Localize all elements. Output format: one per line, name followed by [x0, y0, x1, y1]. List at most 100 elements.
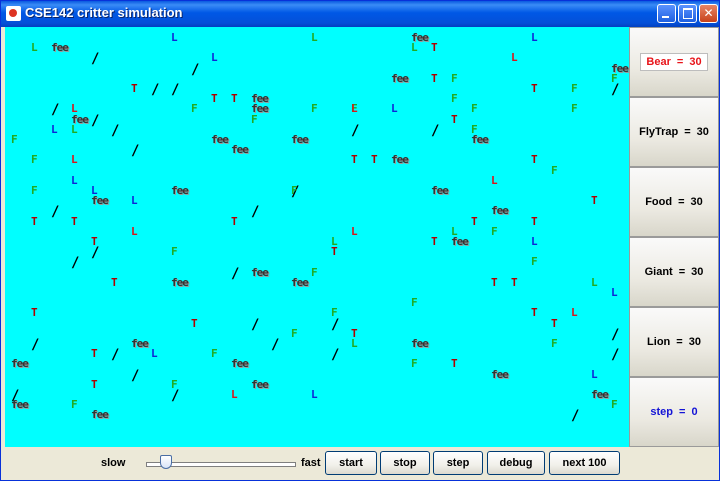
stop-button[interactable]: stop	[380, 451, 430, 475]
critter-flytrap: T	[131, 82, 138, 95]
critter-giant: fee	[51, 41, 69, 55]
critter-lion: L	[311, 388, 318, 401]
critter-food: F	[551, 337, 558, 350]
flytrap-count-equals: =	[684, 126, 691, 138]
critter-lion: L	[611, 286, 618, 299]
critter-food: F	[411, 357, 418, 371]
critter-flytrap: T	[31, 214, 38, 228]
critter-food: F	[311, 265, 318, 279]
bear-count-name: Bear	[646, 56, 671, 68]
food-count-name: Food	[645, 196, 673, 208]
next-100-button[interactable]: next 100	[549, 451, 620, 475]
critter-bear: /	[191, 61, 200, 78]
critter-food: F	[71, 398, 78, 412]
critter-bear: /	[251, 316, 260, 333]
bear-count-value: 30	[689, 56, 702, 68]
critter-flytrap: T	[91, 377, 98, 391]
critter-food: F	[211, 347, 218, 361]
debug-button[interactable]: debug	[487, 451, 545, 475]
critter-flytrap: T	[431, 235, 438, 248]
critter-food: F	[31, 153, 38, 167]
critter-giant: fee	[91, 408, 109, 422]
minimize-button[interactable]	[657, 4, 676, 23]
step-count-equals: =	[679, 406, 686, 418]
critter-food: F	[191, 102, 198, 116]
critter-flytrap: T	[371, 153, 378, 167]
flytrap-count: FlyTrap = 30	[629, 97, 719, 167]
critter-giant: fee	[291, 275, 309, 289]
critter-giant: fee	[291, 133, 309, 146]
critter-giant: fee	[451, 235, 469, 248]
critter-bear: /	[251, 204, 260, 221]
critter-lion: L	[171, 31, 178, 44]
critter-flytrap: T	[591, 194, 598, 208]
critter-food: F	[31, 184, 38, 197]
critter-food: F	[251, 112, 258, 126]
critter-flytrap: T	[191, 316, 198, 330]
java-app-icon	[6, 6, 21, 21]
critter-food: F	[471, 102, 478, 116]
critter-bear: /	[171, 82, 180, 98]
critter-food: F	[531, 255, 538, 269]
simulation-arena[interactable]: Lfee L Lfee L / L L T Lfee / fee T F F T / / T F / F T Tfee L Ff…	[5, 27, 629, 447]
critter-flytrap: T	[71, 214, 78, 228]
critter-giant: fee	[171, 275, 189, 289]
critter-bear: /	[111, 347, 120, 364]
critter-lion: L	[571, 306, 578, 320]
critter-lion: L	[351, 224, 358, 238]
critter-lion: L	[71, 122, 78, 136]
step-count-value: 0	[691, 406, 698, 418]
critter-food: F	[451, 92, 458, 106]
control-bar: slow fast start stop step debug next 100	[5, 447, 717, 480]
critter-food: F	[491, 224, 498, 238]
critter-flytrap: T	[511, 275, 518, 289]
critter-food: F	[311, 102, 318, 116]
critter-flytrap: T	[231, 214, 238, 228]
critter-lion: L	[491, 173, 498, 187]
critter-flytrap: T	[231, 92, 238, 106]
critter-giant: fee	[411, 337, 429, 350]
start-button[interactable]: start	[325, 451, 377, 475]
food-count-equals: =	[678, 196, 685, 208]
maximize-button[interactable]	[678, 4, 697, 23]
critter-flytrap: T	[431, 71, 438, 85]
critter-flytrap: T	[471, 214, 478, 228]
close-button[interactable]: ✕	[699, 4, 718, 23]
critter-food: F	[571, 82, 578, 95]
step-count-name: step	[650, 406, 674, 418]
critter-bear: /	[351, 122, 360, 139]
flytrap-count-text: FlyTrap = 30	[639, 126, 709, 138]
speed-slider-thumb[interactable]	[159, 455, 172, 469]
critter-lion: L	[351, 102, 358, 116]
critter-giant: fee	[251, 265, 269, 279]
critter-bear: /	[51, 102, 60, 119]
critter-lion: L	[231, 388, 238, 401]
critter-flytrap: T	[211, 92, 218, 106]
critter-giant: fee	[91, 194, 109, 208]
critter-bear: /	[571, 408, 580, 425]
critter-giant: fee	[391, 71, 409, 85]
giant-count-value: 30	[691, 266, 704, 278]
critter-giant: fee	[251, 377, 269, 391]
critter-giant: fee	[11, 398, 29, 412]
step-button[interactable]: step	[433, 451, 483, 475]
bear-count-text: Bear = 30	[640, 53, 708, 71]
critter-lion: L	[591, 275, 598, 289]
critter-bear: /	[151, 82, 160, 98]
critter-bear: /	[131, 143, 140, 160]
critter-lion: L	[131, 224, 138, 238]
critter-bear: /	[611, 82, 620, 98]
critter-giant: fee	[491, 367, 509, 381]
critter-bear: /	[91, 112, 100, 129]
title-bar[interactable]: CSE142 critter simulation ✕	[1, 1, 719, 27]
critter-lion: L	[311, 31, 318, 44]
critter-lion: L	[31, 41, 38, 55]
flytrap-count-name: FlyTrap	[639, 126, 679, 138]
lion-count-equals: =	[676, 336, 683, 348]
critter-bear: /	[331, 316, 340, 333]
critter-flytrap: T	[531, 214, 538, 228]
critter-food: F	[291, 326, 298, 340]
critter-giant: fee	[431, 184, 449, 197]
critter-bear: /	[271, 337, 280, 353]
flytrap-count-value: 30	[696, 126, 709, 138]
